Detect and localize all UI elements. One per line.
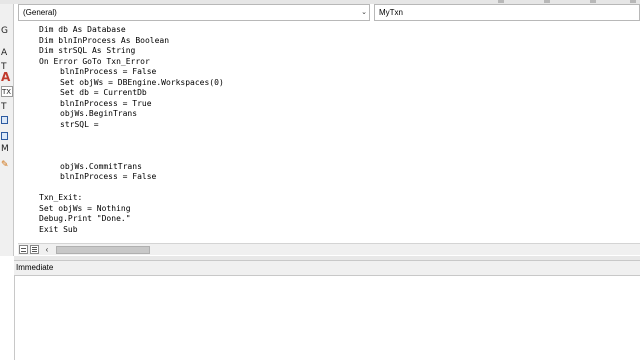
code-line[interactable]: objWs.CommitTrans (60, 162, 142, 173)
chevron-down-icon[interactable]: ⌄ (361, 5, 367, 20)
project-explorer-item[interactable]: G (1, 26, 13, 37)
code-line[interactable]: objWs.BeginTrans (60, 109, 137, 120)
project-explorer-item[interactable]: M (1, 144, 13, 155)
window-control-mark (630, 0, 636, 3)
code-line[interactable]: strSQL = (60, 120, 99, 131)
code-line[interactable]: Exit Sub (39, 225, 78, 236)
window-control-mark (544, 0, 550, 3)
code-line[interactable]: Debug.Print "Done." (39, 214, 131, 225)
project-explorer-item[interactable]: A (1, 70, 13, 84)
code-line[interactable]: On Error GoTo Txn_Error (39, 57, 150, 68)
procedure-dropdown[interactable]: MyTxn (374, 4, 640, 21)
immediate-window-header: Immediate (14, 260, 640, 276)
project-explorer-pane: G A T A TX T M ✎ (0, 4, 14, 256)
code-line[interactable]: Set objWs = Nothing (39, 204, 131, 215)
code-line[interactable]: Dim db As Database (39, 25, 126, 36)
window-control-mark (498, 0, 504, 3)
full-module-view-icon[interactable] (30, 245, 39, 254)
code-line[interactable]: Set db = CurrentDb (60, 88, 147, 99)
code-line[interactable]: Set objWs = DBEngine.Workspaces(0) (60, 78, 224, 89)
horizontal-scrollbar[interactable]: ‹ (18, 243, 640, 255)
procedure-dropdown-value: MyTxn (379, 8, 403, 17)
code-line[interactable]: Dim blnInProcess As Boolean (39, 36, 169, 47)
immediate-window-title: Immediate (16, 263, 54, 272)
code-line[interactable]: blnInProcess = True (60, 99, 152, 110)
project-explorer-item[interactable]: A (1, 48, 13, 59)
window-control-mark (590, 0, 596, 3)
scroll-left-arrow-icon[interactable]: ‹ (42, 244, 52, 255)
scroll-thumb[interactable] (56, 246, 150, 254)
project-explorer-item[interactable]: ✎ (1, 160, 13, 171)
immediate-window-input[interactable] (14, 276, 640, 360)
object-dropdown-value: (General) (23, 8, 57, 17)
code-line[interactable]: Dim strSQL As String (39, 46, 135, 57)
code-editor[interactable]: Dim db As Database Dim blnInProcess As Bo… (18, 22, 640, 242)
project-explorer-item[interactable]: T (1, 102, 13, 113)
code-line[interactable]: blnInProcess = False (60, 67, 156, 78)
code-line[interactable]: Txn_Exit: (39, 193, 82, 204)
project-explorer-item[interactable]: TX (1, 86, 13, 97)
procedure-view-icon[interactable] (19, 245, 28, 254)
code-line[interactable]: blnInProcess = False (60, 172, 156, 183)
object-icon[interactable] (1, 132, 8, 140)
object-icon[interactable] (1, 116, 8, 124)
object-dropdown[interactable]: (General) ⌄ (18, 4, 370, 21)
code-dropdown-row: (General) ⌄ MyTxn (18, 4, 640, 21)
